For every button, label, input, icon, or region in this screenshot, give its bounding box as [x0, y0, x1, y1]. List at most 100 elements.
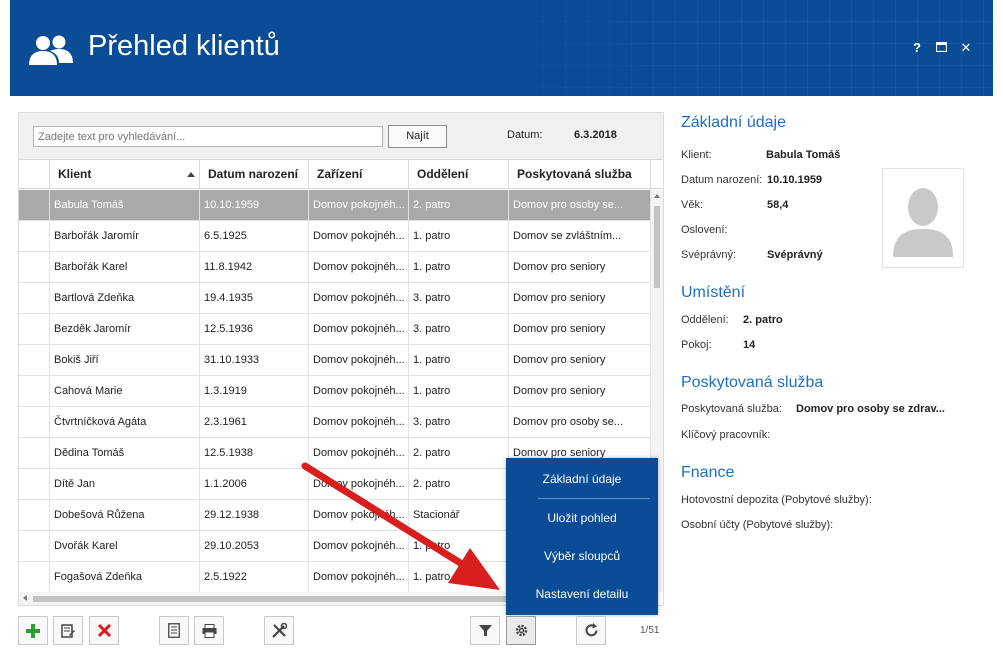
- row-indicator[interactable]: [19, 500, 50, 530]
- column-header-service[interactable]: Poskytovaná služba: [509, 160, 651, 189]
- section-title-basic: Základní údaje: [681, 114, 786, 131]
- field-label-salutation: Oslovení:: [681, 224, 728, 236]
- maximize-button[interactable]: [933, 40, 949, 55]
- sort-ascending-icon: [187, 172, 195, 177]
- search-input[interactable]: [33, 126, 383, 147]
- cell-department: 1. patro: [409, 562, 509, 592]
- menu-item-detail-settings[interactable]: Nastavení detailu: [506, 587, 658, 601]
- settings-button[interactable]: [506, 616, 536, 645]
- table-row[interactable]: Bezděk Jaromír 12.5.1936 Domov pokojnéh...…: [19, 314, 651, 345]
- field-label-client: Klient:: [681, 149, 712, 161]
- table-row[interactable]: Babula Tomáš 10.10.1959 Domov pokojnéh... 2…: [19, 190, 651, 221]
- filter-icon: [478, 625, 492, 636]
- field-label-cash-deposits: Hotovostní depozita (Pobytové služby):: [681, 494, 872, 506]
- row-indicator[interactable]: [19, 469, 50, 499]
- menu-item-save-view[interactable]: Uložit pohled: [506, 511, 658, 525]
- field-label-key-worker: Klíčový pracovník:: [681, 429, 771, 441]
- menu-item-basic-info[interactable]: Základní údaje: [506, 472, 658, 486]
- section-title-service: Poskytovaná služba: [681, 374, 824, 391]
- row-indicator[interactable]: [19, 345, 50, 375]
- cell-service: Domov pro seniory: [509, 314, 651, 344]
- cell-client: Dvořák Karel: [50, 531, 200, 561]
- add-button[interactable]: [18, 616, 48, 645]
- cell-birthdate: 2.5.1922: [200, 562, 309, 592]
- cell-birthdate: 10.10.1959: [200, 190, 309, 220]
- scroll-up-icon[interactable]: [654, 194, 660, 198]
- table-row[interactable]: Bartlová Zdeňka 19.4.1935 Domov pokojnéh..…: [19, 283, 651, 314]
- cell-facility: Domov pokojnéh...: [309, 469, 409, 499]
- field-label-department: Oddělení:: [681, 314, 729, 326]
- cell-birthdate: 1.3.1919: [200, 376, 309, 406]
- cell-client: Fogašová Zdeňka: [50, 562, 200, 592]
- row-indicator[interactable]: [19, 190, 50, 220]
- printer-icon: [202, 623, 216, 638]
- table-row[interactable]: Bokiš Jiří 31.10.1933 Domov pokojnéh... 1. …: [19, 345, 651, 376]
- cell-client: Bartlová Zdeňka: [50, 283, 200, 313]
- refresh-button[interactable]: [576, 616, 606, 645]
- field-value-birthdate: 10.10.1959: [767, 174, 823, 186]
- tools-button[interactable]: [264, 616, 294, 645]
- cell-facility: Domov pokojnéh...: [309, 190, 409, 220]
- vertical-scroll-thumb[interactable]: [654, 206, 660, 288]
- cell-department: 1. patro: [409, 221, 509, 251]
- column-header-facility[interactable]: Zařízení: [309, 160, 409, 189]
- row-indicator[interactable]: [19, 252, 50, 282]
- cell-service: Domov se zvláštním...: [509, 221, 651, 251]
- plus-icon: [26, 623, 40, 638]
- cell-birthdate: 6.5.1925: [200, 221, 309, 251]
- field-label-age: Věk:: [681, 199, 704, 211]
- column-header-client[interactable]: Klient: [50, 160, 200, 189]
- cell-facility: Domov pokojnéh...: [309, 221, 409, 251]
- row-indicator[interactable]: [19, 438, 50, 468]
- cell-client: Bezděk Jaromír: [50, 314, 200, 344]
- field-label-birthdate: Datum narození:: [681, 174, 763, 186]
- table-row[interactable]: Cahová Marie 1.3.1919 Domov pokojnéh... 1. …: [19, 376, 651, 407]
- users-icon: [29, 35, 73, 65]
- cell-facility: Domov pokojnéh...: [309, 438, 409, 468]
- cell-client: Dobešová Růžena: [50, 500, 200, 530]
- row-indicator[interactable]: [19, 407, 50, 437]
- field-value-room: 14: [743, 339, 756, 351]
- scroll-left-icon[interactable]: [23, 595, 27, 601]
- cell-facility: Domov pokojnéh...: [309, 531, 409, 561]
- field-label-legal-capacity: Svéprávný:: [681, 249, 737, 261]
- row-indicator[interactable]: [19, 221, 50, 251]
- print-button[interactable]: [194, 616, 224, 645]
- field-label-service: Poskytovaná služba:: [681, 403, 782, 415]
- cell-birthdate: 29.12.1938: [200, 500, 309, 530]
- field-label-personal-accounts: Osobní účty (Pobytové služby):: [681, 519, 834, 531]
- cell-client: Dítě Jan: [50, 469, 200, 499]
- cell-service: Domov pro seniory: [509, 283, 651, 313]
- field-label-room: Pokoj:: [681, 339, 712, 351]
- row-indicator[interactable]: [19, 376, 50, 406]
- cell-service: Domov pro seniory: [509, 376, 651, 406]
- delete-button[interactable]: [89, 616, 119, 645]
- row-indicator[interactable]: [19, 283, 50, 313]
- field-value-service: Domov pro osoby se zdrav...: [796, 403, 945, 415]
- cell-department: 3. patro: [409, 314, 509, 344]
- table-row[interactable]: Barbořák Karel 11.8.1942 Domov pokojnéh...…: [19, 252, 651, 283]
- column-header-department[interactable]: Oddělení: [409, 160, 509, 189]
- column-header-birthdate[interactable]: Datum narození: [200, 160, 309, 189]
- edit-button[interactable]: [53, 616, 83, 645]
- cell-client: Bokiš Jiří: [50, 345, 200, 375]
- filter-button[interactable]: [470, 616, 500, 645]
- cell-client: Dědina Tomáš: [50, 438, 200, 468]
- document-icon: [168, 623, 180, 638]
- close-button[interactable]: ✕: [958, 40, 974, 56]
- help-button[interactable]: ?: [909, 40, 925, 55]
- report-button[interactable]: [159, 616, 189, 645]
- row-indicator[interactable]: [19, 562, 50, 592]
- table-row[interactable]: Barbořák Jaromír 6.5.1925 Domov pokojnéh..…: [19, 221, 651, 252]
- section-title-finance: Fnance: [681, 464, 735, 481]
- horizontal-scroll-thumb[interactable]: [33, 596, 521, 602]
- cell-client: Cahová Marie: [50, 376, 200, 406]
- menu-item-column-selection[interactable]: Výběr sloupců: [506, 549, 658, 563]
- find-button[interactable]: Najít: [388, 125, 447, 148]
- row-indicator[interactable]: [19, 314, 50, 344]
- row-indicator[interactable]: [19, 531, 50, 561]
- table-row[interactable]: Čtvrtníčková Agáta 2.3.1961 Domov pokojnéh…: [19, 407, 651, 438]
- cell-department: 3. patro: [409, 283, 509, 313]
- cell-client: Čtvrtníčková Agáta: [50, 407, 200, 437]
- grid-header: Klient Datum narození Zařízení Oddělení …: [19, 159, 663, 189]
